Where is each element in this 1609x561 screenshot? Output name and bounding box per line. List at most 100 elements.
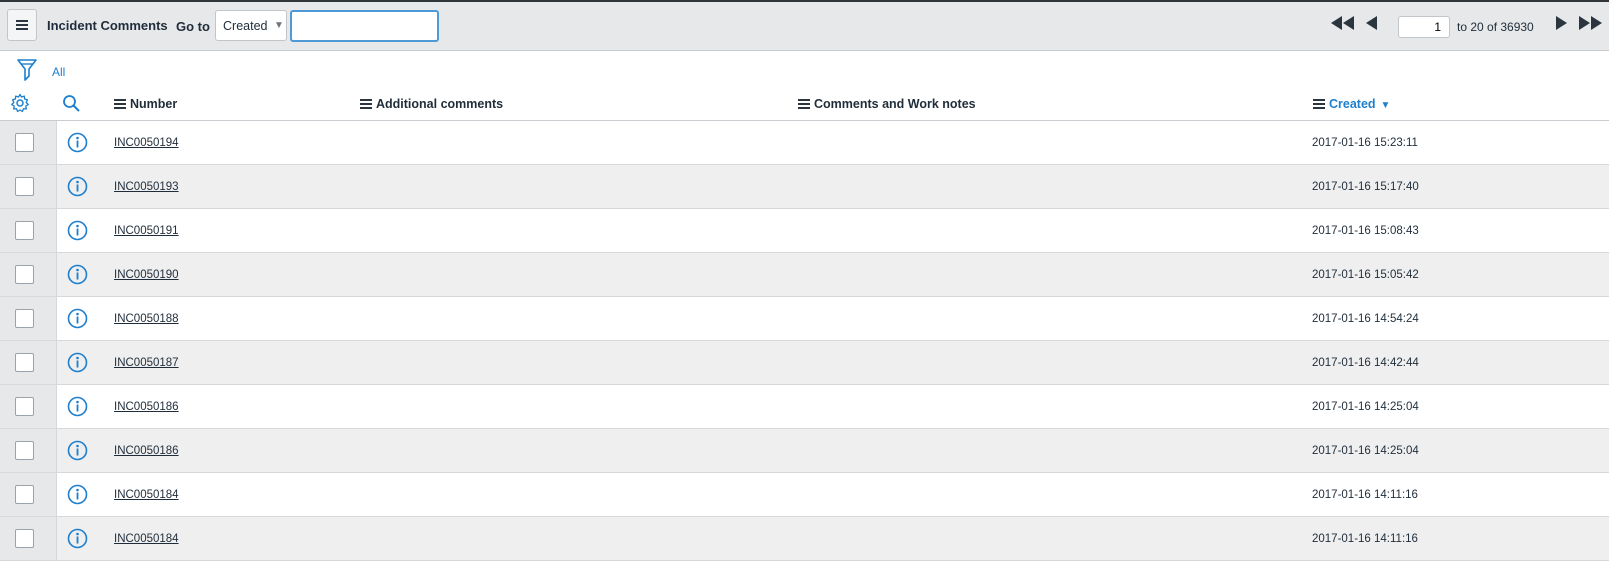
table-row: INC0050186 2017-01-16 14:25:04	[0, 385, 1609, 429]
list-title: Incident Comments	[47, 18, 168, 33]
row-select-cell	[0, 209, 57, 252]
info-icon	[67, 220, 88, 241]
last-page-button[interactable]	[1579, 16, 1603, 33]
created-value: 2017-01-16 14:25:04	[1312, 401, 1419, 413]
column-menu-icon[interactable]	[1313, 99, 1325, 109]
record-preview-button[interactable]	[67, 220, 88, 244]
table-row: INC0050191 2017-01-16 15:08:43	[0, 209, 1609, 253]
row-checkbox[interactable]	[15, 309, 34, 328]
table-row: INC0050184 2017-01-16 14:11:16	[0, 517, 1609, 561]
column-header-number[interactable]: Number	[114, 97, 177, 111]
created-value: 2017-01-16 15:17:40	[1312, 181, 1419, 193]
column-menu-icon[interactable]	[798, 99, 810, 109]
incident-number-link[interactable]: INC0050188	[114, 313, 179, 325]
record-preview-button[interactable]	[67, 264, 88, 288]
page-number-input[interactable]	[1398, 16, 1450, 38]
record-preview-button[interactable]	[67, 352, 88, 376]
info-icon	[67, 264, 88, 285]
double-left-icon	[1331, 16, 1354, 30]
created-value: 2017-01-16 14:54:24	[1312, 313, 1419, 325]
personalize-list-button[interactable]	[10, 93, 30, 116]
search-input[interactable]	[290, 10, 439, 42]
created-value: 2017-01-16 14:25:04	[1312, 445, 1419, 457]
row-select-cell	[0, 517, 57, 560]
column-label-comments-work-notes: Comments and Work notes	[814, 97, 976, 111]
info-icon	[67, 484, 88, 505]
goto-field-value: Created	[223, 19, 268, 33]
goto-label: Go to	[176, 19, 210, 34]
info-icon	[67, 176, 88, 197]
list-header: Incident Comments Go to Created ▼ to 20 …	[0, 2, 1609, 51]
incident-number-link[interactable]: INC0050191	[114, 225, 179, 237]
table-row: INC0050190 2017-01-16 15:05:42	[0, 253, 1609, 297]
sort-descending-icon: ▼	[1380, 100, 1391, 111]
incident-number-link[interactable]: INC0050184	[114, 533, 179, 545]
first-page-button[interactable]	[1331, 16, 1355, 33]
table-row: INC0050187 2017-01-16 14:42:44	[0, 341, 1609, 385]
prev-page-button[interactable]	[1366, 16, 1377, 33]
page-range-text: to 20 of 36930	[1457, 20, 1534, 34]
row-checkbox[interactable]	[15, 265, 34, 284]
list-body: INC0050194 2017-01-16 15:23:11 INC005019…	[0, 121, 1609, 561]
column-menu-icon[interactable]	[360, 99, 372, 109]
column-label-number: Number	[130, 97, 178, 111]
list-menu-button[interactable]	[7, 9, 37, 41]
created-value: 2017-01-16 14:11:16	[1312, 533, 1418, 545]
info-icon	[67, 396, 88, 417]
row-checkbox[interactable]	[15, 529, 34, 548]
double-right-icon	[1579, 16, 1602, 30]
goto-field-select[interactable]: Created ▼	[215, 10, 287, 41]
record-preview-button[interactable]	[67, 396, 88, 420]
row-checkbox[interactable]	[15, 441, 34, 460]
record-preview-button[interactable]	[67, 440, 88, 464]
incident-number-link[interactable]: INC0050193	[114, 181, 179, 193]
record-preview-button[interactable]	[67, 484, 88, 508]
created-value: 2017-01-16 14:11:16	[1312, 489, 1418, 501]
record-preview-button[interactable]	[67, 132, 88, 156]
next-page-button[interactable]	[1556, 16, 1567, 33]
incident-number-link[interactable]: INC0050184	[114, 489, 179, 501]
table-row: INC0050194 2017-01-16 15:23:11	[0, 121, 1609, 165]
info-icon	[67, 308, 88, 329]
row-checkbox[interactable]	[15, 133, 34, 152]
left-icon	[1366, 16, 1377, 30]
incident-number-link[interactable]: INC0050186	[114, 401, 179, 413]
funnel-icon	[17, 59, 37, 81]
row-select-cell	[0, 473, 57, 516]
record-preview-button[interactable]	[67, 528, 88, 552]
row-checkbox[interactable]	[15, 353, 34, 372]
row-checkbox[interactable]	[15, 221, 34, 240]
row-select-cell	[0, 429, 57, 472]
row-checkbox[interactable]	[15, 397, 34, 416]
info-icon	[67, 440, 88, 461]
incident-number-link[interactable]: INC0050187	[114, 357, 179, 369]
column-header-comments-work-notes[interactable]: Comments and Work notes	[798, 97, 976, 111]
row-checkbox[interactable]	[15, 485, 34, 504]
column-label-additional-comments: Additional comments	[376, 97, 504, 111]
record-preview-button[interactable]	[67, 308, 88, 332]
incident-number-link[interactable]: INC0050186	[114, 445, 179, 457]
column-menu-icon[interactable]	[114, 99, 126, 109]
info-icon	[67, 132, 88, 153]
row-select-cell	[0, 165, 57, 208]
created-value: 2017-01-16 15:05:42	[1312, 269, 1419, 281]
table-row: INC0050186 2017-01-16 14:25:04	[0, 429, 1609, 473]
row-select-cell	[0, 253, 57, 296]
incident-number-link[interactable]: INC0050194	[114, 137, 179, 149]
filter-toggle-button[interactable]	[17, 59, 37, 84]
gear-icon	[11, 93, 29, 113]
column-header-row: Number Additional comments Comments and …	[0, 87, 1609, 121]
breadcrumb-all[interactable]: All	[52, 65, 65, 79]
row-checkbox[interactable]	[15, 177, 34, 196]
row-select-cell	[0, 121, 57, 164]
row-select-cell	[0, 341, 57, 384]
column-search-button[interactable]	[62, 94, 81, 116]
incident-number-link[interactable]: INC0050190	[114, 269, 179, 281]
column-header-additional-comments[interactable]: Additional comments	[360, 97, 503, 111]
created-value: 2017-01-16 14:42:44	[1312, 357, 1419, 369]
filter-bar: All	[0, 52, 1609, 87]
row-select-cell	[0, 297, 57, 340]
created-value: 2017-01-16 15:23:11	[1312, 137, 1418, 149]
column-header-created[interactable]: Created ▼	[1313, 97, 1390, 111]
record-preview-button[interactable]	[67, 176, 88, 200]
